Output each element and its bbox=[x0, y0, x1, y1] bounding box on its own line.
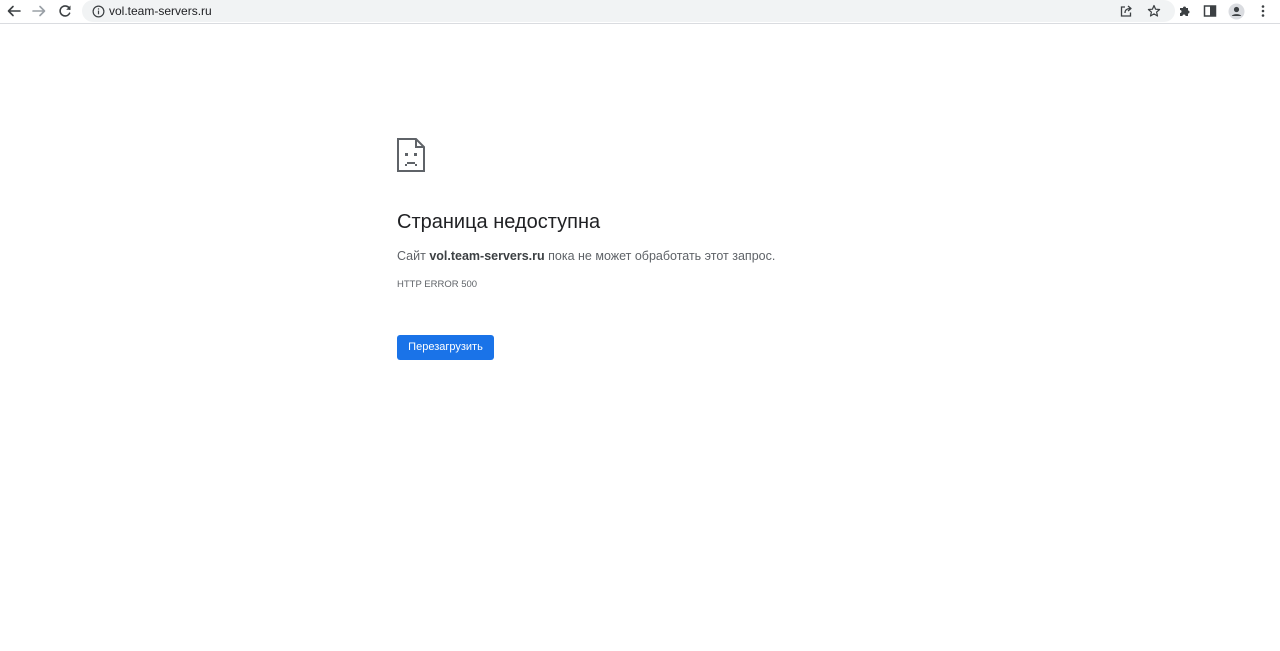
side-panel-button[interactable] bbox=[1198, 0, 1222, 22]
reload-button[interactable]: Перезагрузить bbox=[397, 335, 494, 360]
error-code: HTTP ERROR 500 bbox=[397, 279, 478, 290]
browser-toolbar: vol.team-servers.ru bbox=[0, 0, 1280, 24]
puzzle-icon bbox=[1180, 6, 1190, 16]
site-name: vol.team-servers.ru bbox=[429, 249, 545, 263]
back-button[interactable] bbox=[2, 0, 26, 22]
profile-button[interactable] bbox=[1224, 0, 1248, 22]
extensions-button[interactable] bbox=[1173, 0, 1197, 22]
arrow-right-icon bbox=[32, 5, 46, 17]
side-panel-icon bbox=[1203, 5, 1217, 17]
reload-icon bbox=[59, 5, 71, 17]
share-button[interactable] bbox=[1114, 0, 1138, 22]
info-icon[interactable] bbox=[90, 3, 106, 19]
sad-document-icon bbox=[397, 138, 425, 172]
address-bar[interactable]: vol.team-servers.ru bbox=[82, 0, 1175, 22]
error-description: Сайт vol.team-servers.ru пока не может о… bbox=[397, 248, 775, 264]
forward-button[interactable] bbox=[27, 0, 51, 22]
kebab-menu-icon bbox=[1261, 5, 1265, 17]
bookmark-button[interactable] bbox=[1142, 0, 1166, 22]
reload-page-button[interactable] bbox=[53, 0, 77, 22]
url-text[interactable]: vol.team-servers.ru bbox=[109, 3, 212, 19]
error-title: Страница недоступна bbox=[397, 211, 601, 233]
star-icon bbox=[1147, 4, 1161, 17]
profile-icon bbox=[1228, 3, 1244, 19]
share-icon bbox=[1120, 5, 1132, 17]
browser-menu-button[interactable] bbox=[1251, 0, 1275, 22]
description-suffix: пока не может обработать этот запрос. bbox=[544, 249, 776, 263]
description-prefix: Сайт bbox=[397, 249, 430, 263]
arrow-left-icon bbox=[7, 5, 21, 17]
